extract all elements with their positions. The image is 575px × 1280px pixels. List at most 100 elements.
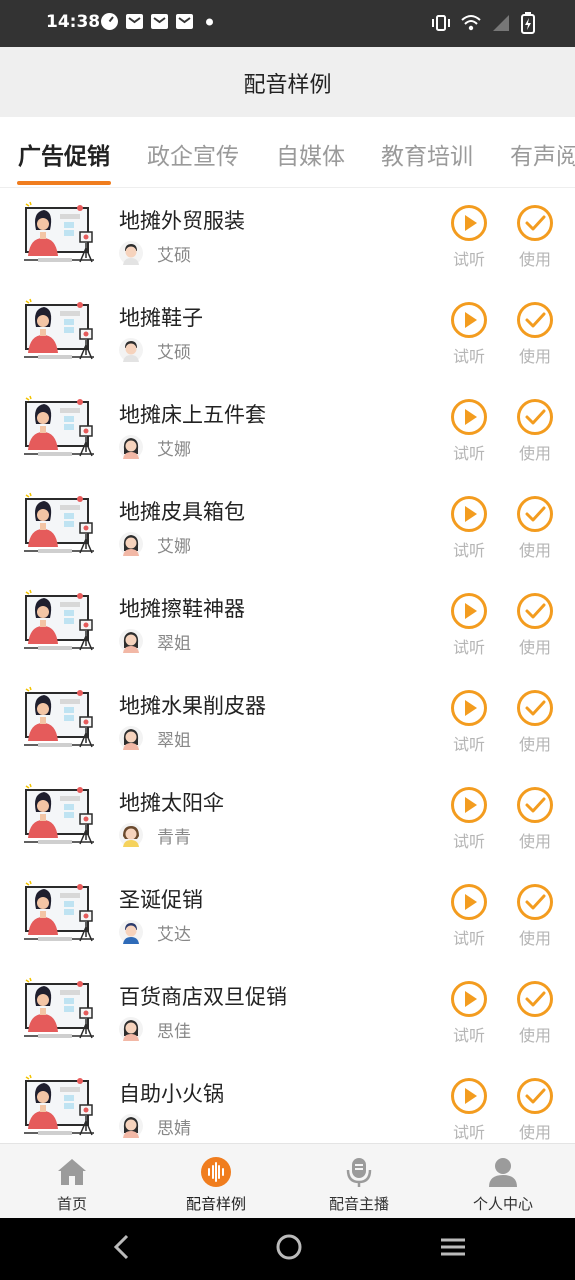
play-icon: [451, 593, 487, 629]
sample-title: 地摊外贸服装: [119, 209, 245, 233]
listen-label: 试听: [452, 347, 485, 366]
nav-voice-anchors[interactable]: 配音主播: [287, 1144, 431, 1219]
sample-thumbnail: [20, 879, 98, 951]
boy-avatar-icon: [119, 920, 143, 944]
dot-icon: [200, 12, 219, 31]
check-circle-icon: [517, 884, 553, 920]
use-button[interactable]: 使用: [505, 980, 565, 1052]
mail-icon: [125, 12, 144, 31]
mail-icon: [175, 12, 194, 31]
check-circle-icon: [517, 593, 553, 629]
list-item[interactable]: 百货商店双旦促销 思佳 试听 使用: [0, 964, 575, 1061]
girl-avatar-icon: [119, 823, 143, 847]
list-item[interactable]: 地摊太阳伞 青青 试听 使用: [0, 770, 575, 867]
listen-label: 试听: [452, 541, 485, 560]
list-item[interactable]: 地摊床上五件套 艾娜 试听 使用: [0, 382, 575, 479]
female-avatar-icon: [119, 726, 143, 750]
nav-dubbing-samples[interactable]: 配音样例: [144, 1144, 288, 1219]
listen-label: 试听: [452, 735, 485, 754]
use-button[interactable]: 使用: [505, 786, 565, 858]
sample-thumbnail: [20, 1073, 98, 1143]
play-icon: [451, 884, 487, 920]
microphone-icon: [346, 1158, 372, 1187]
female-avatar-icon: [119, 435, 143, 459]
tab-self-media[interactable]: 自媒体: [276, 137, 345, 171]
listen-button[interactable]: 试听: [439, 398, 499, 470]
use-button[interactable]: 使用: [505, 883, 565, 955]
sample-title: 地摊水果削皮器: [119, 694, 266, 718]
use-button[interactable]: 使用: [505, 495, 565, 567]
voice-name: 思婧: [157, 1119, 191, 1139]
listen-button[interactable]: 试听: [439, 592, 499, 664]
use-button[interactable]: 使用: [505, 1077, 565, 1143]
nav-home[interactable]: 首页: [0, 1144, 144, 1219]
listen-label: 试听: [452, 929, 485, 948]
use-label: 使用: [518, 735, 551, 754]
list-item[interactable]: 自助小火锅 思婧 试听 使用: [0, 1061, 575, 1143]
listen-button[interactable]: 试听: [439, 786, 499, 858]
sample-title: 圣诞促销: [119, 888, 203, 912]
listen-button[interactable]: 试听: [439, 495, 499, 567]
listen-button[interactable]: 试听: [439, 301, 499, 373]
voice-name: 艾硕: [157, 343, 191, 363]
listen-button[interactable]: 试听: [439, 980, 499, 1052]
listen-button[interactable]: 试听: [439, 689, 499, 761]
tab-ad-promotion[interactable]: 广告促销: [18, 137, 110, 171]
back-icon[interactable]: [110, 1232, 134, 1266]
list-item[interactable]: 圣诞促销 艾达 试听 使用: [0, 867, 575, 964]
list-item[interactable]: 地摊擦鞋神器 翠姐 试听 使用: [0, 576, 575, 673]
status-bar: 14:38: [0, 0, 575, 47]
play-icon: [451, 399, 487, 435]
play-icon: [451, 205, 487, 241]
listen-label: 试听: [452, 832, 485, 851]
sample-list: 地摊外贸服装 艾硕 试听 使用 地摊鞋子 艾硕 试听 使用 地摊床上五件套 艾娜…: [0, 188, 575, 1143]
vibrate-icon: [431, 13, 451, 37]
voice-name: 艾硕: [157, 246, 191, 266]
play-icon: [451, 302, 487, 338]
sample-thumbnail: [20, 685, 98, 757]
voice-name: 艾达: [157, 925, 191, 945]
use-button[interactable]: 使用: [505, 398, 565, 470]
category-tabs: 广告促销 政企宣传 自媒体 教育培训 有声阅: [0, 117, 575, 188]
tab-education-training[interactable]: 教育培训: [381, 137, 473, 171]
use-button[interactable]: 使用: [505, 592, 565, 664]
use-button[interactable]: 使用: [505, 204, 565, 276]
female-avatar-icon: [119, 532, 143, 556]
nav-profile-label: 个人中心: [472, 1195, 533, 1213]
use-label: 使用: [518, 929, 551, 948]
sample-title: 地摊鞋子: [119, 306, 203, 330]
tab-audiobook[interactable]: 有声阅: [510, 137, 575, 171]
sample-title: 地摊皮具箱包: [119, 500, 245, 524]
use-button[interactable]: 使用: [505, 689, 565, 761]
home-circle-icon[interactable]: [274, 1232, 304, 1266]
voice-name: 青青: [157, 828, 191, 848]
user-icon: [489, 1158, 517, 1187]
use-label: 使用: [518, 444, 551, 463]
active-tab-indicator: [17, 181, 111, 185]
listen-label: 试听: [452, 1026, 485, 1045]
list-item[interactable]: 地摊外贸服装 艾硕 试听 使用: [0, 188, 575, 285]
bottom-navigation: 首页 配音样例 配音主播 个人中心: [0, 1143, 575, 1219]
app-header: 配音样例: [0, 47, 575, 117]
listen-button[interactable]: 试听: [439, 204, 499, 276]
sample-thumbnail: [20, 976, 98, 1048]
menu-icon[interactable]: [438, 1232, 468, 1266]
use-button[interactable]: 使用: [505, 301, 565, 373]
voice-name: 翠姐: [157, 634, 191, 654]
listen-button[interactable]: 试听: [439, 883, 499, 955]
voice-name: 艾娜: [157, 537, 191, 557]
list-item[interactable]: 地摊皮具箱包 艾娜 试听 使用: [0, 479, 575, 576]
check-circle-icon: [517, 399, 553, 435]
nav-dubbing-samples-label: 配音样例: [185, 1195, 246, 1213]
nav-profile[interactable]: 个人中心: [431, 1144, 575, 1219]
listen-button[interactable]: 试听: [439, 1077, 499, 1143]
list-item[interactable]: 地摊鞋子 艾硕 试听 使用: [0, 285, 575, 382]
list-item[interactable]: 地摊水果削皮器 翠姐 试听 使用: [0, 673, 575, 770]
tab-enterprise-publicity[interactable]: 政企宣传: [147, 137, 239, 171]
sample-title: 地摊太阳伞: [119, 791, 224, 815]
use-label: 使用: [518, 1123, 551, 1142]
play-icon: [451, 690, 487, 726]
wifi-icon: [461, 13, 481, 37]
play-icon: [451, 496, 487, 532]
sample-thumbnail: [20, 394, 98, 466]
